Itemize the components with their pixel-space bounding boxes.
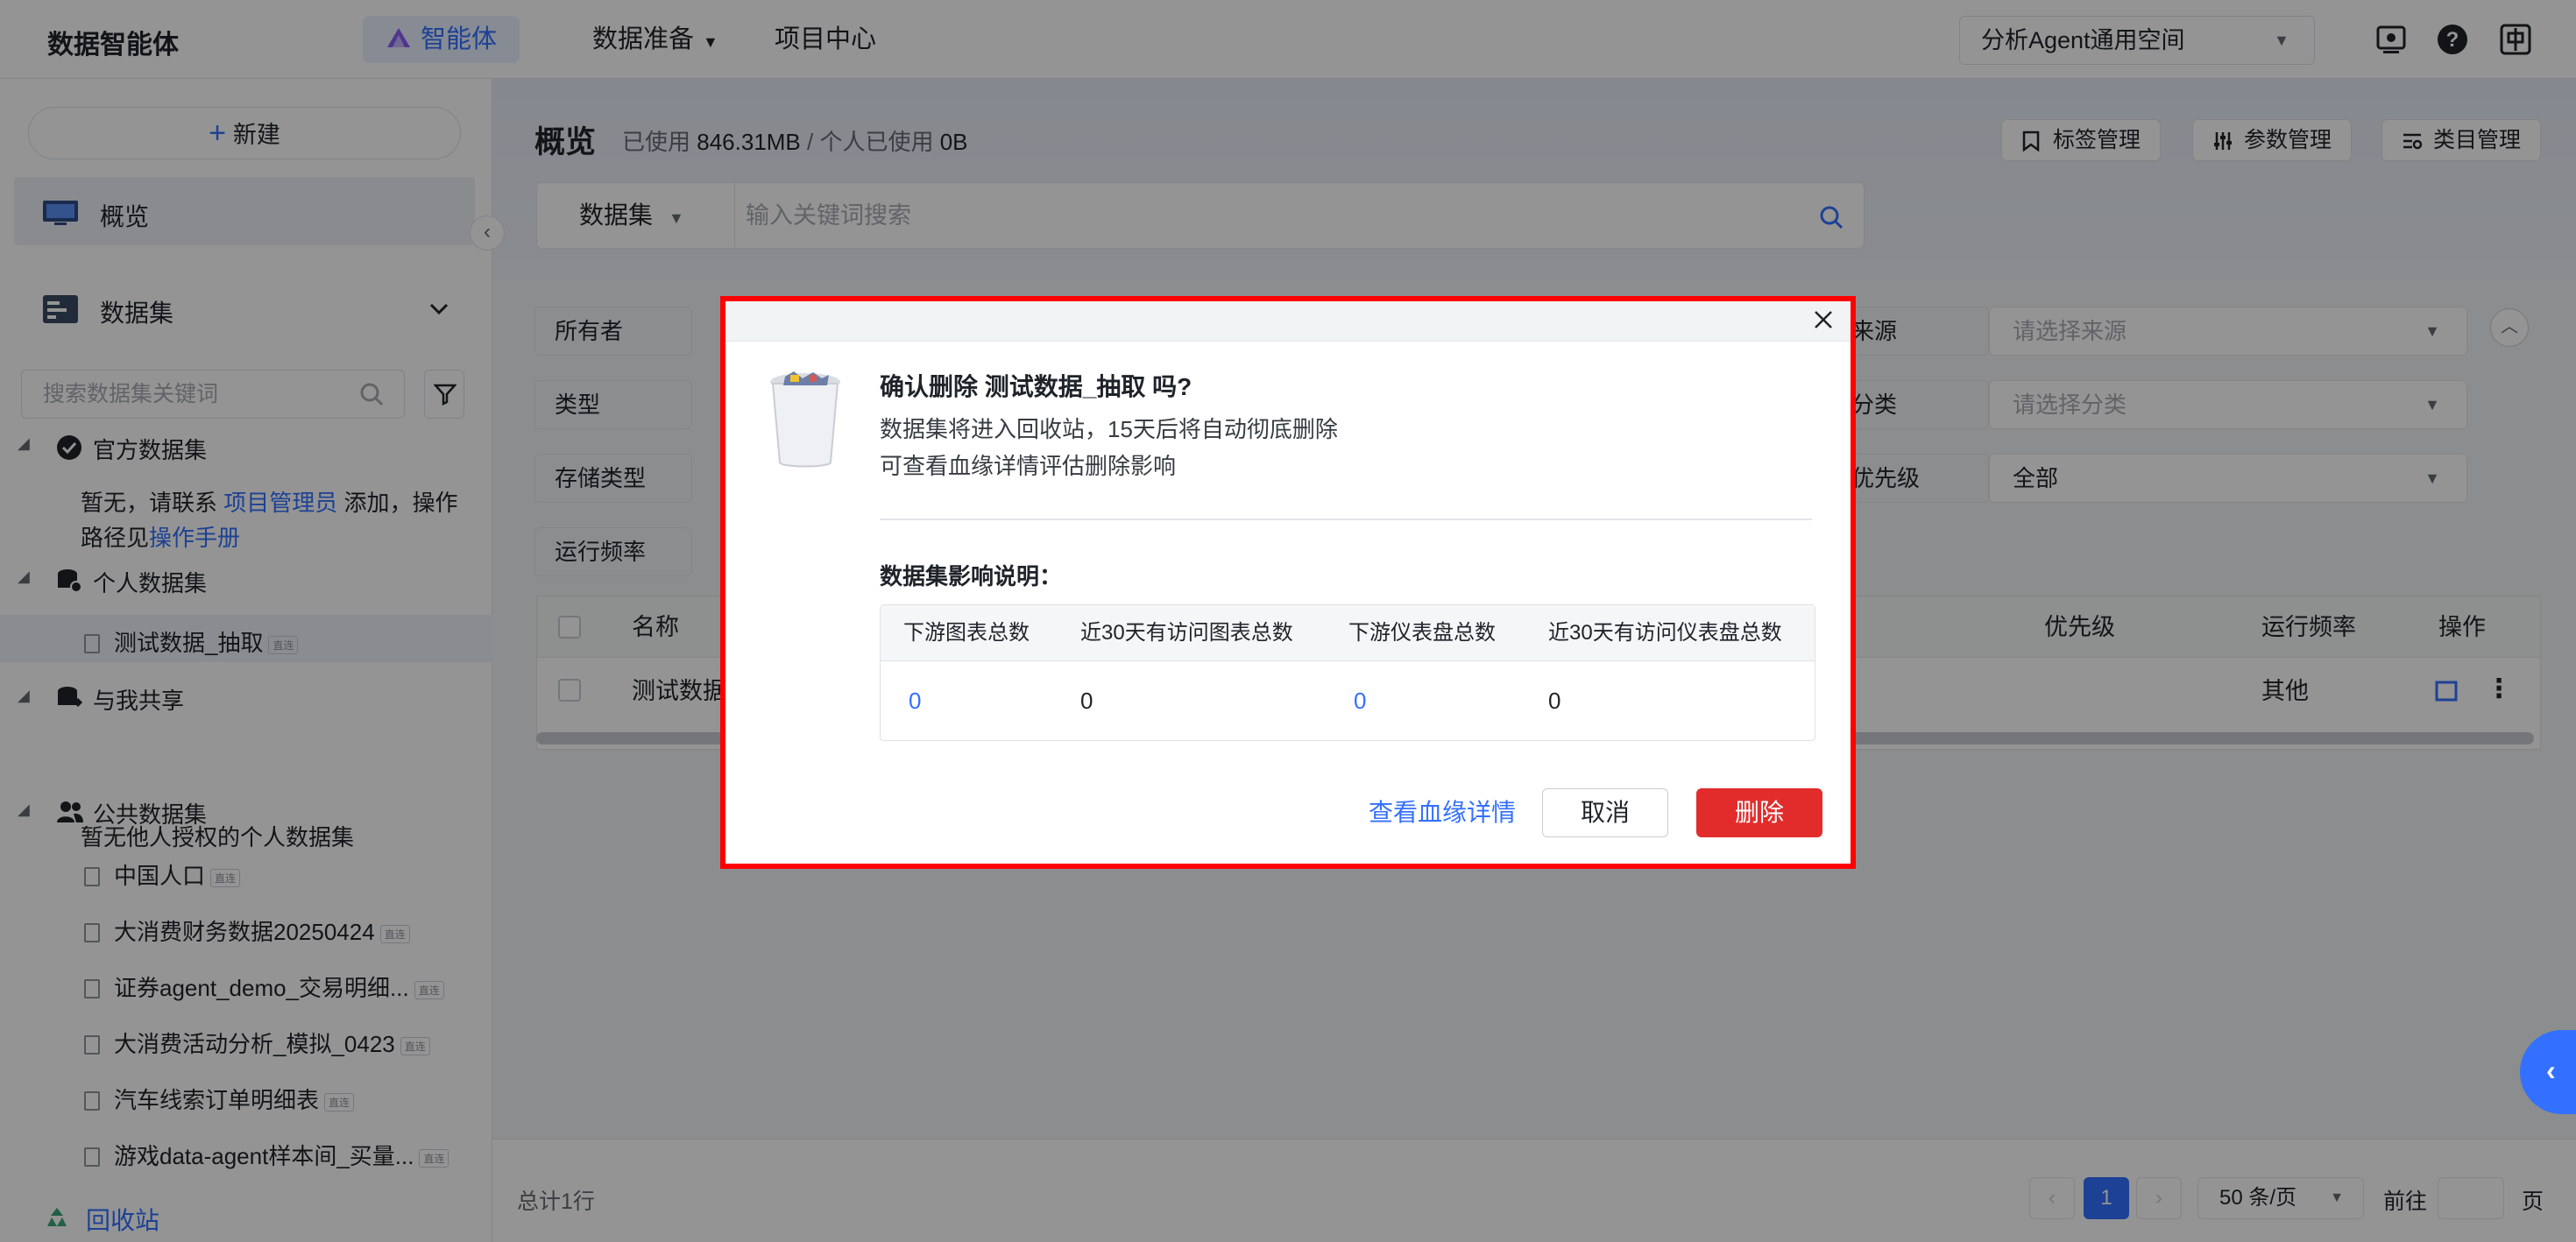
delete-button[interactable]: 删除 xyxy=(1696,788,1822,837)
impact-table-header: 下游图表总数 近30天有访问图表总数 下游仪表盘总数 近30天有访问仪表盘总数 xyxy=(881,605,1815,661)
downstream-charts-count[interactable]: 0 xyxy=(909,661,921,740)
confirm-delete-dialog: 确认删除 测试数据_抽取 吗? 数据集将进入回收站，15天后将自动彻底删除 可查… xyxy=(722,298,1854,867)
dialog-message-2: 可查看血缘详情评估删除影响 xyxy=(880,453,1177,479)
dialog-divider xyxy=(880,519,1812,520)
downstream-dashboards-count[interactable]: 0 xyxy=(1354,661,1366,740)
chevron-left-icon: ‹ xyxy=(2546,1055,2556,1086)
impact-title: 数据集影响说明： xyxy=(880,563,1063,589)
visited-charts-count: 0 xyxy=(1080,688,1093,714)
dialog-title: 确认删除 测试数据_抽取 吗? xyxy=(880,373,1192,400)
view-lineage-button[interactable]: 查看血缘详情 xyxy=(1369,794,1516,829)
close-icon[interactable] xyxy=(1808,305,1838,335)
dialog-message-1: 数据集将进入回收站，15天后将自动彻底删除 xyxy=(880,416,1338,442)
dialog-header xyxy=(722,298,1854,342)
impact-col-visited-dashboards: 近30天有访问仪表盘总数 xyxy=(1548,621,1782,645)
impact-col-downstream-charts: 下游图表总数 xyxy=(903,621,1030,645)
visited-dashboards-count: 0 xyxy=(1548,688,1561,714)
impact-table: 下游图表总数 近30天有访问图表总数 下游仪表盘总数 近30天有访问仪表盘总数 … xyxy=(880,604,1815,741)
impact-col-downstream-dashboards: 下游仪表盘总数 xyxy=(1348,621,1496,645)
trash-bin-icon xyxy=(770,371,840,468)
cancel-button[interactable]: 取消 xyxy=(1542,788,1668,837)
impact-col-visited-charts: 近30天有访问图表总数 xyxy=(1080,621,1293,645)
